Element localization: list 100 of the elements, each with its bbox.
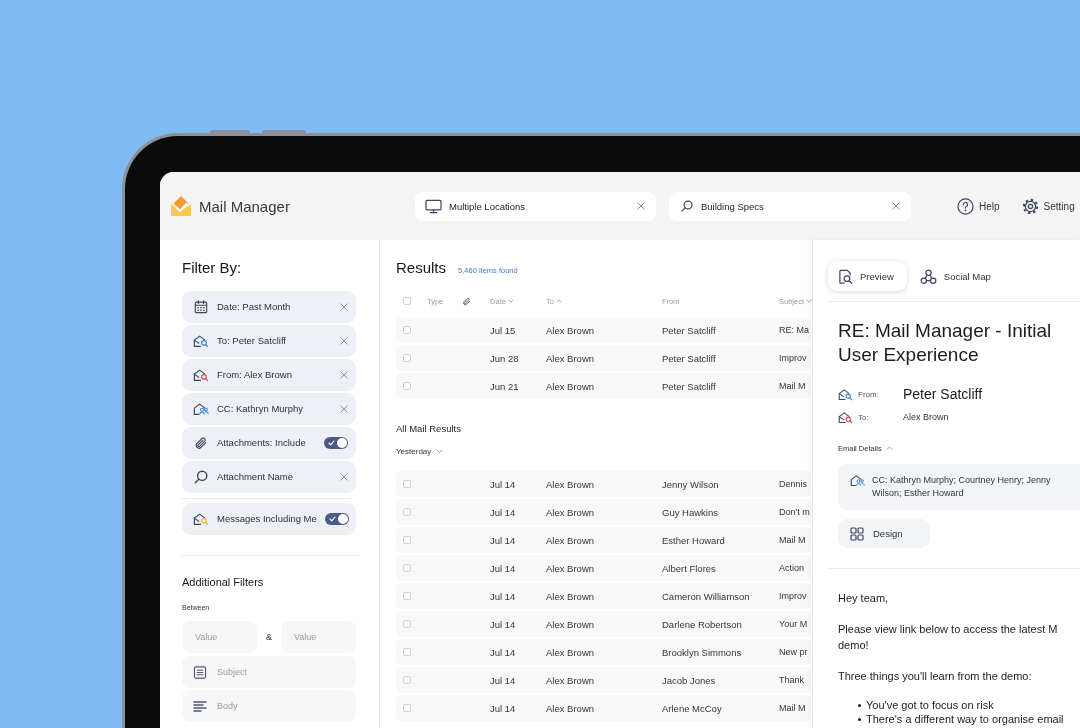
toggle-switch[interactable] [324,513,349,525]
subject-text: Dennis [779,479,808,489]
sender-name: Darlene Robertson [662,618,743,630]
result-row[interactable]: Jul 14 Alex Brown Jenny Wilson Dennis [396,471,811,497]
field-label: To: [858,412,870,422]
date-text: Jul 14 [490,646,517,658]
date-text: Jul 14 [490,674,517,686]
checkbox[interactable] [403,704,411,712]
body-field[interactable]: Body [182,690,356,722]
sender-name: Peter Satcliff [903,386,983,402]
tab[interactable]: Social Map [909,261,1004,291]
recipient-name: Alex Brown [546,618,596,630]
settings-link[interactable]: Setting [1021,197,1075,215]
result-row[interactable]: Jul 15 Alex Brown Peter Satcliff RE: Ma [396,317,811,343]
sender-name: Cameron Williamson [662,590,751,602]
close-icon[interactable] [340,337,348,345]
tablet-side-button[interactable] [262,130,306,134]
sender-name: Jacob Jones [662,674,717,686]
cc-list: CC: Kathryn Murphy; Courtney Henry; Jenny Wilson; Esther Howard [872,474,1070,500]
sender-name: Peter Satcliff [662,380,717,392]
tablet-side-button[interactable] [210,130,250,134]
result-row[interactable]: Jul 14 Alex Brown Brooklyn Simmons New pr [396,639,811,665]
subject-text: RE: Ma [779,325,810,335]
result-row[interactable]: Jun 28 Alex Brown Peter Satcliff Improv [396,345,811,371]
checkbox[interactable] [403,536,411,544]
close-icon[interactable] [340,405,348,413]
filter-label: Date: Past Month [217,301,292,313]
subject-text: Don't m [779,507,811,517]
recipient-name: Alex Brown [546,506,596,518]
panel-title: Filter By: [182,259,243,277]
close-icon[interactable] [340,303,348,311]
close-icon[interactable] [892,202,900,210]
body-paragraph: Three things you'll learn from the demo: [838,669,1033,684]
close-icon[interactable] [637,202,645,210]
checkbox[interactable] [403,354,411,362]
network-icon [919,268,937,284]
result-row[interactable]: Jul 14 Alex Brown Albert Flores Action [396,555,811,581]
result-row[interactable]: Jul 14 Alex Brown Guy Hawkins Don't m [396,499,811,525]
checkbox[interactable] [403,676,411,684]
checkbox[interactable] [403,508,411,516]
range-separator: & [265,632,273,642]
filter-label: From: Alex Brown [217,369,293,381]
recipient-name: Alex Brown [546,534,596,546]
value-field[interactable]: Value [182,621,257,653]
field-label: From: [858,389,880,399]
result-row[interactable]: Jul 14 Alex Brown Arlene McCoy Mail M [396,695,811,721]
checkbox[interactable] [403,382,411,390]
subject-field[interactable]: Subject [182,656,356,688]
chevron-down-icon [436,448,444,454]
calendar-icon [193,300,209,314]
checkbox[interactable] [403,564,411,572]
result-row[interactable]: Jul 14 Alex Brown Darlene Robertson Your M [396,611,811,637]
toggle-switch[interactable] [324,437,348,449]
date-text: Jul 14 [490,618,517,630]
help-link[interactable]: Help [957,197,1000,215]
date-text: Jun 28 [490,352,520,364]
result-row[interactable]: Jun 21 Alex Brown Peter Satcliff Mail M [396,373,811,399]
tab[interactable]: Preview [828,261,907,291]
sender-name: Brooklyn Simmons [662,646,743,658]
subject-text: Your M [779,619,809,629]
sender-name: Arlene McCoy [662,702,723,714]
close-icon[interactable] [340,473,348,481]
checkbox[interactable] [403,592,411,600]
subject-text: Action [779,563,805,573]
close-icon[interactable] [340,371,348,379]
text-lines-icon [193,699,207,713]
date-text: Jul 14 [490,506,517,518]
email-subject: RE: Mail Manager - Initial User Experience [838,319,1053,367]
filter-label: Attachment Name [217,471,295,483]
sender-name: Esther Howard [662,534,726,546]
subject-text: Improv [779,353,808,363]
date-text: Jul 14 [490,534,517,546]
result-row[interactable]: Jul 14 Alex Brown Cameron Williamson Improv [396,583,811,609]
value-field[interactable]: Value [281,621,356,653]
result-row[interactable]: Jul 14 Alex Brown Jacob Jones Thank [396,667,811,693]
sender-name: Peter Satcliff [662,324,717,336]
checkbox[interactable] [403,326,411,334]
body-paragraph: Please view link below to access the latest M demo! [838,622,1059,653]
result-row[interactable]: Jul 14 Alex Brown Esther Howard Mail M [396,527,811,553]
date-text: Jul 14 [490,590,517,602]
checkbox[interactable] [403,648,411,656]
recipient-name: Alex Brown [546,674,596,686]
category-tag[interactable]: Design [838,519,930,548]
location-field[interactable]: Multiple Locations [415,191,656,221]
checkbox[interactable] [403,480,411,488]
period-dropdown[interactable]: Yesterday [396,445,444,457]
envelope-search-icon [193,334,209,348]
subject-text: Mail M [779,703,807,713]
date-text: Jun 21 [490,380,520,392]
search-icon [681,200,693,212]
checkbox[interactable] [403,620,411,628]
date-text: Jul 14 [490,562,517,574]
checkbox[interactable] [403,297,411,305]
paperclip-icon[interactable] [462,296,471,306]
bullet-icon [858,703,861,707]
search-icon [193,470,209,484]
search-field[interactable]: Building Specs [669,191,911,221]
recipient-name: Alex Brown [546,562,596,574]
filter-label: Attachments: Include [217,437,307,449]
recipient-name: Alex Brown [546,324,596,336]
